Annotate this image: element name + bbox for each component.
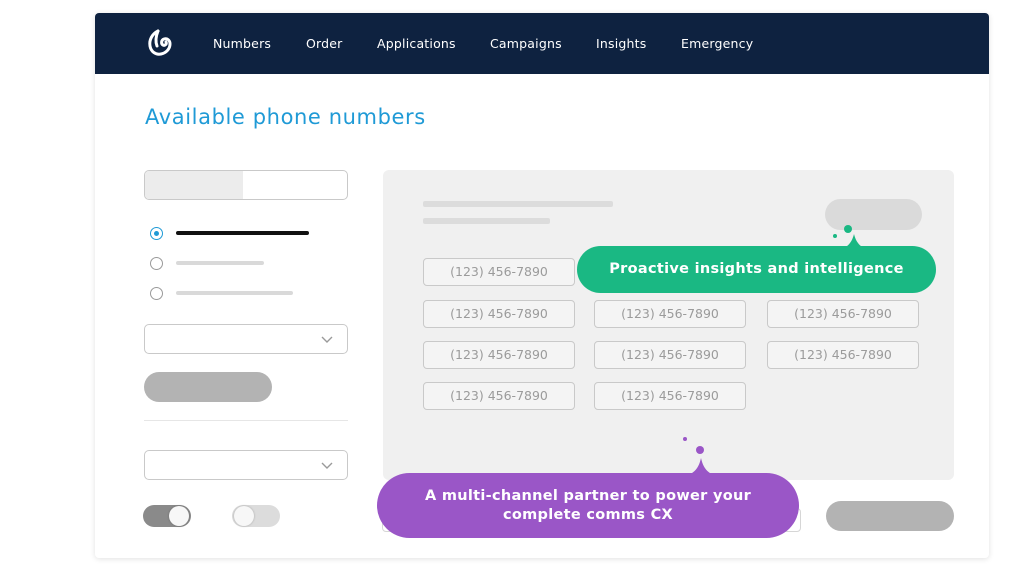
phone-number-chip[interactable]: (123) 456-7890 <box>767 341 919 369</box>
phone-number-chip[interactable]: (123) 456-7890 <box>423 341 575 369</box>
partner-callout-line-1: A multi-channel partner to power your <box>424 488 752 504</box>
toggle-knob <box>234 506 254 526</box>
partner-callout: A multi-channel partner to power your co… <box>377 473 799 538</box>
phone-number-chip[interactable]: (123) 456-7890 <box>767 300 919 328</box>
phone-number-chip[interactable]: (123) 456-7890 <box>423 258 575 286</box>
top-navbar: Numbers Order Applications Campaigns Ins… <box>95 13 989 74</box>
chevron-down-icon <box>321 336 333 343</box>
filter-select-2[interactable] <box>144 450 348 480</box>
radio-option-2[interactable] <box>150 257 163 270</box>
search-input[interactable] <box>144 170 348 200</box>
search-input-fill <box>145 171 243 199</box>
phone-number-chip[interactable]: (123) 456-7890 <box>594 341 746 369</box>
panel-action-button[interactable] <box>825 199 922 230</box>
toggle-switch-off[interactable] <box>232 505 280 527</box>
callout-dot <box>833 234 837 238</box>
sidebar-divider <box>144 420 348 421</box>
nav-item-numbers[interactable]: Numbers <box>213 36 271 51</box>
phone-number-chip[interactable]: (123) 456-7890 <box>423 300 575 328</box>
chevron-down-icon <box>321 462 333 469</box>
phone-number-chip[interactable]: (123) 456-7890 <box>594 300 746 328</box>
radio-option-3-label <box>176 291 293 295</box>
toggle-knob <box>169 506 189 526</box>
panel-subheading-placeholder <box>423 218 550 224</box>
radio-option-1-label <box>176 231 309 235</box>
phone-number-chip[interactable]: (123) 456-7890 <box>594 382 746 410</box>
panel-heading-placeholder <box>423 201 613 207</box>
insights-callout: Proactive insights and intelligence <box>577 246 936 293</box>
callout-dot <box>696 446 704 454</box>
apply-button[interactable] <box>144 372 272 402</box>
toggle-switch-on[interactable] <box>143 505 191 527</box>
submit-button[interactable] <box>826 501 954 531</box>
brand-logo-icon[interactable] <box>145 27 177 59</box>
nav-item-order[interactable]: Order <box>306 36 343 51</box>
nav-item-insights[interactable]: Insights <box>596 36 646 51</box>
page-title: Available phone numbers <box>145 105 426 129</box>
nav-item-applications[interactable]: Applications <box>377 36 456 51</box>
radio-option-1[interactable] <box>150 227 163 240</box>
filter-select-1[interactable] <box>144 324 348 354</box>
nav-item-emergency[interactable]: Emergency <box>681 36 753 51</box>
radio-option-3[interactable] <box>150 287 163 300</box>
callout-dot <box>683 437 687 441</box>
partner-callout-line-2: complete comms CX <box>502 507 674 523</box>
callout-dot <box>844 225 852 233</box>
numbers-panel: (123) 456-7890 (123) 456-7890 (123) 456-… <box>383 170 954 480</box>
nav-item-campaigns[interactable]: Campaigns <box>490 36 562 51</box>
radio-option-2-label <box>176 261 264 265</box>
phone-number-chip[interactable]: (123) 456-7890 <box>423 382 575 410</box>
